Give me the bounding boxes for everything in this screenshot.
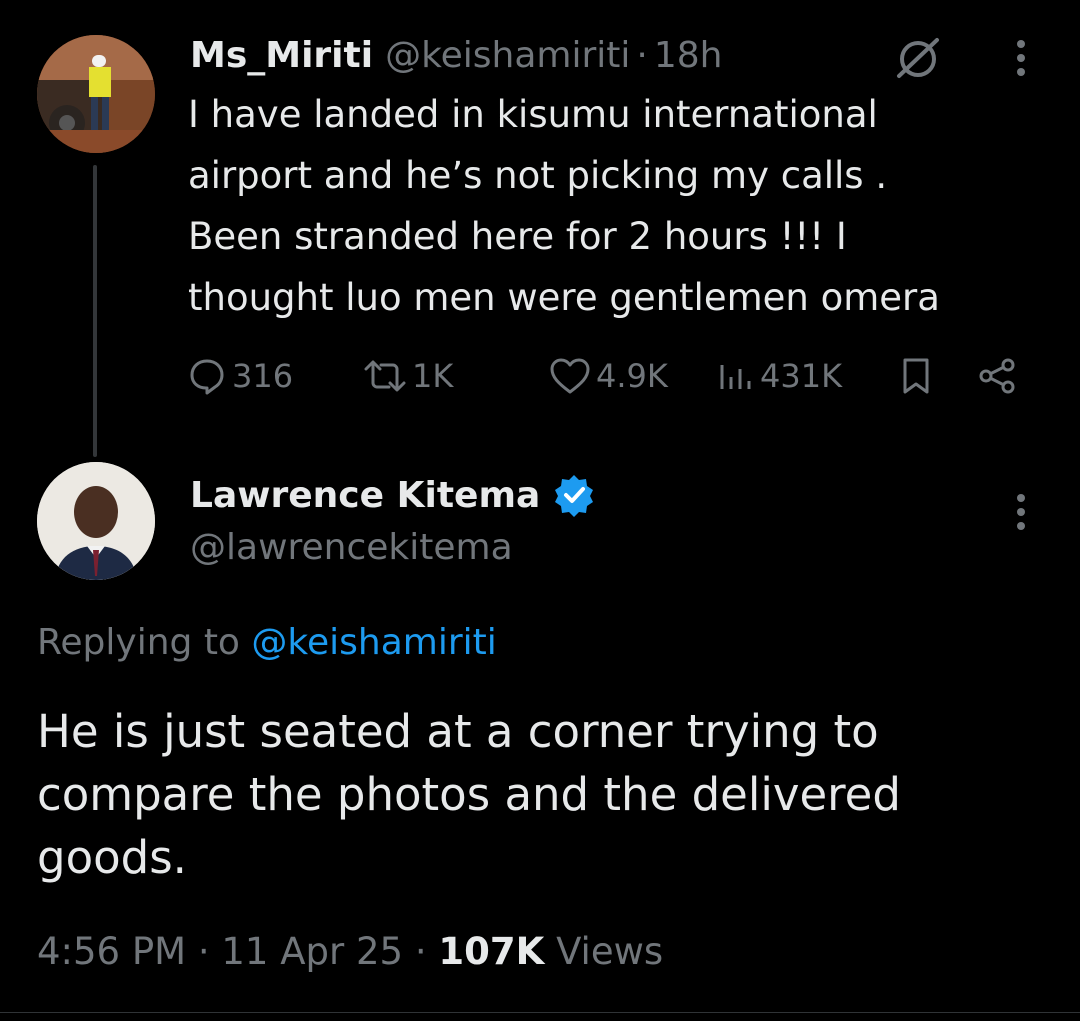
tweet-text: He is just seated at a corner trying to … (37, 705, 901, 884)
more-icon[interactable] (1006, 36, 1036, 80)
tweet-header: Lawrence Kitema (190, 470, 596, 520)
replying-prefix: Replying to (37, 622, 240, 663)
repost-button[interactable]: 1K (362, 352, 453, 400)
bookmark-icon (903, 358, 929, 394)
repost-icon (364, 360, 406, 392)
views-count: 431K (760, 357, 843, 395)
reply-button[interactable]: 316 (186, 352, 293, 400)
more-icon[interactable] (1006, 490, 1036, 534)
replying-to: Replying to @keishamiriti (37, 615, 497, 671)
share-button[interactable] (976, 352, 1020, 400)
reply-icon (190, 359, 224, 395)
avatar-image (37, 462, 155, 580)
handle[interactable]: @lawrencekitema (190, 525, 513, 571)
like-button[interactable]: 4.9K (548, 352, 668, 400)
separator: · (414, 930, 427, 973)
share-icon (979, 358, 1015, 394)
tweet-header: Ms_Miriti @keishamiriti · 18h (190, 30, 722, 80)
date[interactable]: 11 Apr 25 (221, 930, 403, 973)
bookmark-button[interactable] (896, 352, 936, 400)
like-icon (550, 358, 590, 394)
views-icon (720, 365, 751, 389)
separator: · (197, 930, 210, 973)
display-name[interactable]: Lawrence Kitema (190, 475, 540, 516)
separator: · (636, 34, 648, 76)
replying-handle-link[interactable]: @keishamiriti (251, 622, 496, 663)
tweet-text: I have landed in kisumu international ai… (188, 93, 940, 319)
avatar[interactable] (37, 35, 155, 153)
like-count: 4.9K (596, 357, 668, 395)
views-count: 107K (438, 930, 545, 973)
verified-badge-icon (555, 475, 594, 517)
views-button[interactable]: 431K (716, 352, 842, 400)
tweet-actions: 316 1K 4.9K 431K (186, 352, 1036, 400)
avatar[interactable] (37, 462, 155, 580)
tweet-meta: 4:56 PM · 11 Apr 25 · 107K Views (37, 925, 663, 979)
display-name[interactable]: Ms_Miriti (190, 35, 373, 76)
handle[interactable]: @keishamiriti (385, 35, 630, 76)
timestamp[interactable]: 18h (654, 35, 723, 76)
divider (0, 1012, 1080, 1013)
avatar-image (37, 35, 155, 153)
grok-icon[interactable] (893, 32, 943, 82)
views-label: Views (556, 930, 664, 973)
thread-line (93, 165, 97, 457)
reply-count: 316 (232, 357, 294, 395)
timestamp[interactable]: 4:56 PM (37, 930, 186, 973)
repost-count: 1K (412, 357, 454, 395)
